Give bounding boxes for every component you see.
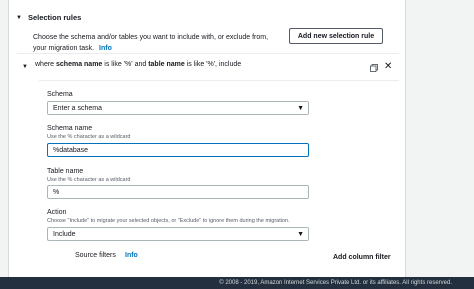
action-select-value: Include xyxy=(53,230,76,238)
table-name-input[interactable]: % xyxy=(47,185,309,199)
dropdown-arrow-icon: ▼ xyxy=(297,105,304,112)
table-name-hint: Use the % character as a wildcard xyxy=(47,177,131,183)
summary-end: is like '%', include xyxy=(184,61,242,68)
schema-name-hint: Use the % character as a wildcard xyxy=(47,134,131,140)
source-filters-info-link[interactable]: Info xyxy=(125,252,138,259)
info-link[interactable]: Info xyxy=(99,45,112,52)
footer-copyright: © 2008 - 2019, Amazon Internet Services … xyxy=(219,280,452,286)
section-description: Choose the schema and/or tables you want… xyxy=(33,32,283,54)
summary-table-name: table name xyxy=(148,61,185,68)
schema-select-value: Enter a schema xyxy=(53,104,103,112)
schema-name-value: %database xyxy=(53,146,89,154)
summary-mid: is like '%' and xyxy=(102,61,149,68)
selection-rule: ▼ where schema name is like '%' and tabl… xyxy=(17,53,399,277)
summary-prefix: where xyxy=(35,61,57,68)
section-title: Selection rules xyxy=(27,13,82,22)
close-icon[interactable]: ✕ xyxy=(384,62,392,72)
footer: © 2008 - 2019, Amazon Internet Services … xyxy=(0,277,474,289)
schema-name-label: Schema name xyxy=(47,125,93,132)
table-name-value: % xyxy=(53,188,60,196)
add-column-filter-button[interactable]: Add column filter xyxy=(333,254,391,261)
schema-name-input[interactable]: %database xyxy=(47,143,309,157)
schema-label: Schema xyxy=(47,91,73,98)
dropdown-arrow-icon: ▼ xyxy=(297,231,304,238)
rule-summary: where schema name is like '%' and table … xyxy=(35,61,241,68)
source-filters-label: Source filters xyxy=(75,252,116,259)
action-select[interactable]: Include ▼ xyxy=(47,227,309,241)
description-text: Choose the schema and/or tables you want… xyxy=(33,34,269,52)
action-label: Action xyxy=(47,209,67,216)
schema-select[interactable]: Enter a schema ▼ xyxy=(47,101,309,115)
add-new-selection-rule-button[interactable]: Add new selection rule xyxy=(289,28,383,44)
selection-rules-header[interactable]: ▼ Selection rules xyxy=(16,13,81,22)
table-name-label: Table name xyxy=(47,168,84,175)
action-hint: Choose "Include" to migrate your selecte… xyxy=(47,218,290,224)
caret-down-icon[interactable]: ▼ xyxy=(22,64,28,70)
caret-down-icon[interactable]: ▼ xyxy=(16,15,22,21)
rule-header[interactable]: ▼ where schema name is like '%' and tabl… xyxy=(17,54,399,80)
summary-schema-name: schema name xyxy=(56,61,103,68)
copy-icon[interactable] xyxy=(370,64,378,72)
